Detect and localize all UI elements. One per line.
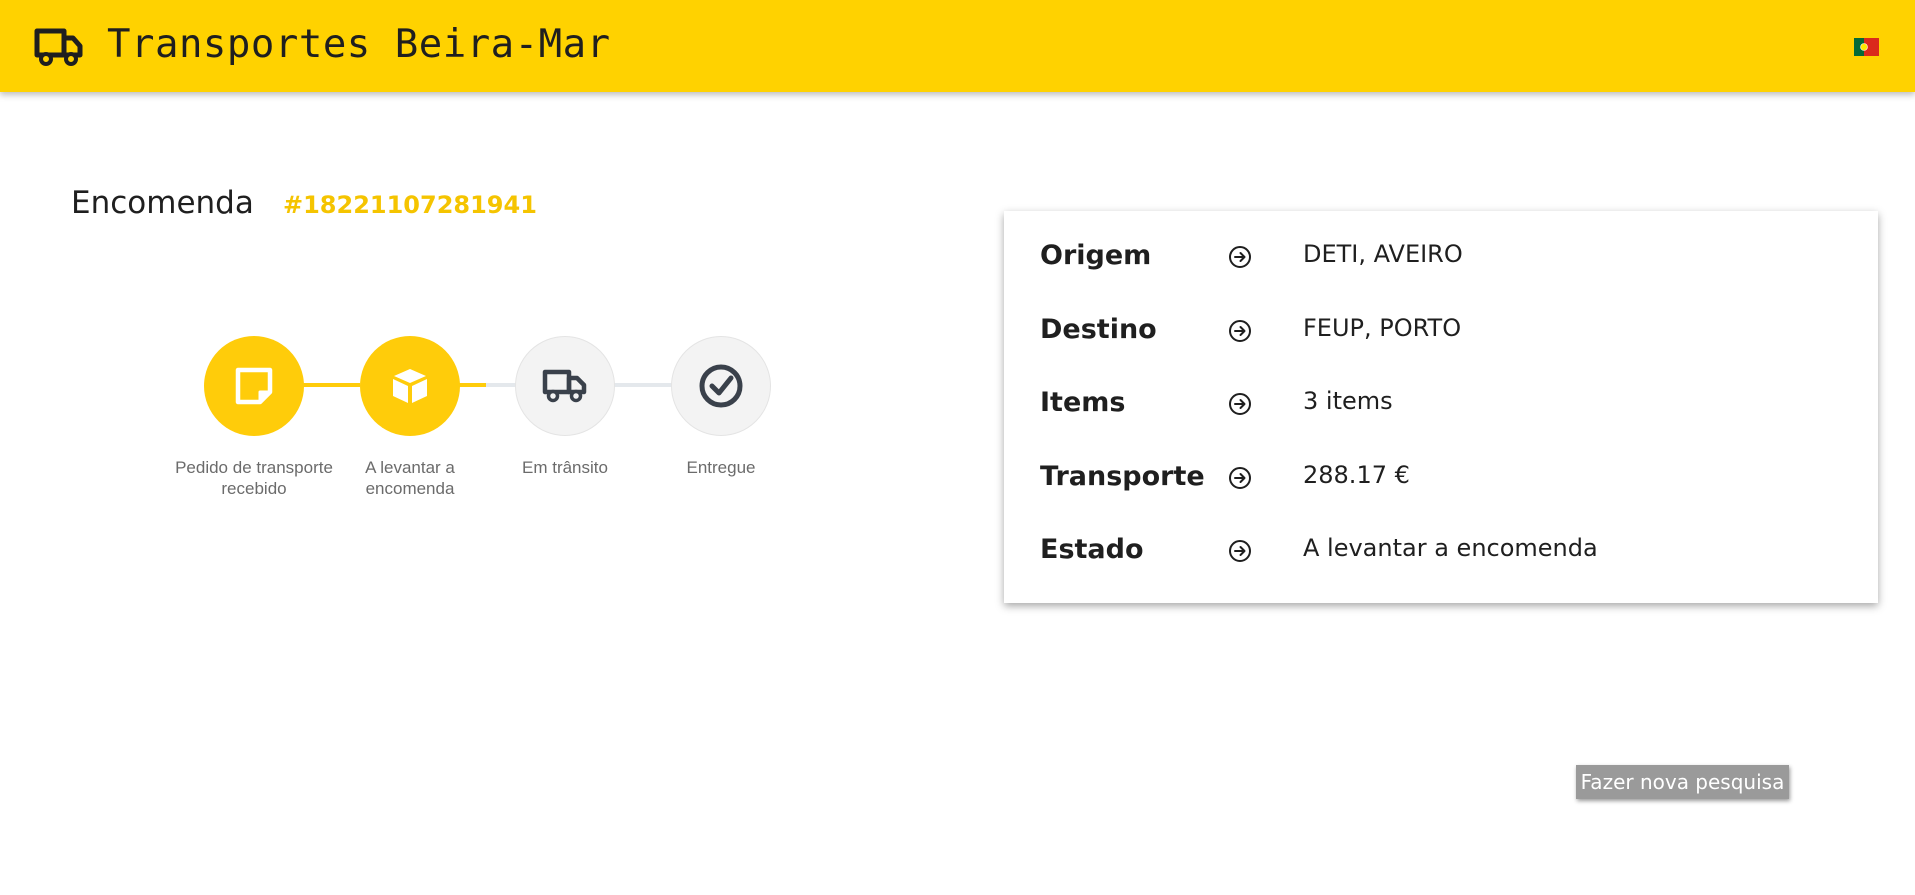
package-icon <box>393 369 427 403</box>
step-1-circle <box>204 336 304 436</box>
detail-row-origem: Origem DETI, AVEIRO <box>1004 232 1878 282</box>
top-bar: Transportes Beira-Mar <box>0 0 1915 92</box>
truck-icon <box>542 369 587 403</box>
new-search-button[interactable]: Fazer nova pesquisa <box>1576 765 1789 799</box>
detail-value: A levantar a encomenda <box>1303 534 1598 562</box>
arrow-circle-right-icon <box>1229 467 1251 489</box>
step-connector <box>300 383 360 387</box>
detail-value: 3 items <box>1303 387 1393 415</box>
step-connector <box>486 383 516 387</box>
step-4-circle <box>671 336 771 436</box>
truck-icon[interactable] <box>34 27 84 67</box>
step-4-label: Entregue <box>686 458 756 477</box>
detail-key: Estado <box>1040 534 1144 565</box>
step-connector <box>612 383 672 387</box>
arrow-circle-right-icon <box>1229 320 1251 342</box>
step-1-label: Pedido de transporte recebido <box>175 458 333 498</box>
step-connector <box>456 383 486 387</box>
order-number: #18221107281941 <box>283 191 537 219</box>
order-label: Encomenda <box>71 185 254 221</box>
detail-key: Origem <box>1040 240 1152 271</box>
detail-key: Items <box>1040 387 1126 418</box>
step-3-label: Em trânsito <box>522 458 608 477</box>
detail-key: Transporte <box>1040 461 1205 492</box>
detail-row-destino: Destino FEUP, PORTO <box>1004 306 1878 356</box>
detail-key: Destino <box>1040 314 1157 345</box>
arrow-circle-right-icon <box>1229 246 1251 268</box>
detail-value: FEUP, PORTO <box>1303 314 1462 342</box>
arrow-circle-right-icon <box>1229 393 1251 415</box>
step-3-circle <box>515 336 615 436</box>
step-2-circle <box>360 336 460 436</box>
order-details-card: Origem DETI, AVEIRO Destino FEUP, PORTO … <box>1004 211 1878 603</box>
check-circle-icon <box>699 364 743 408</box>
app-title: Transportes Beira-Mar <box>107 22 611 67</box>
detail-row-items: Items 3 items <box>1004 379 1878 429</box>
detail-row-estado: Estado A levantar a encomenda <box>1004 526 1878 576</box>
portugal-flag-icon[interactable] <box>1854 38 1879 56</box>
detail-value: DETI, AVEIRO <box>1303 240 1463 268</box>
detail-value: 288.17 € <box>1303 461 1410 489</box>
note-icon <box>235 367 273 405</box>
arrow-circle-right-icon <box>1229 540 1251 562</box>
step-2-label: A levantar a encomenda <box>365 458 455 498</box>
detail-row-transporte: Transporte 288.17 € <box>1004 453 1878 503</box>
